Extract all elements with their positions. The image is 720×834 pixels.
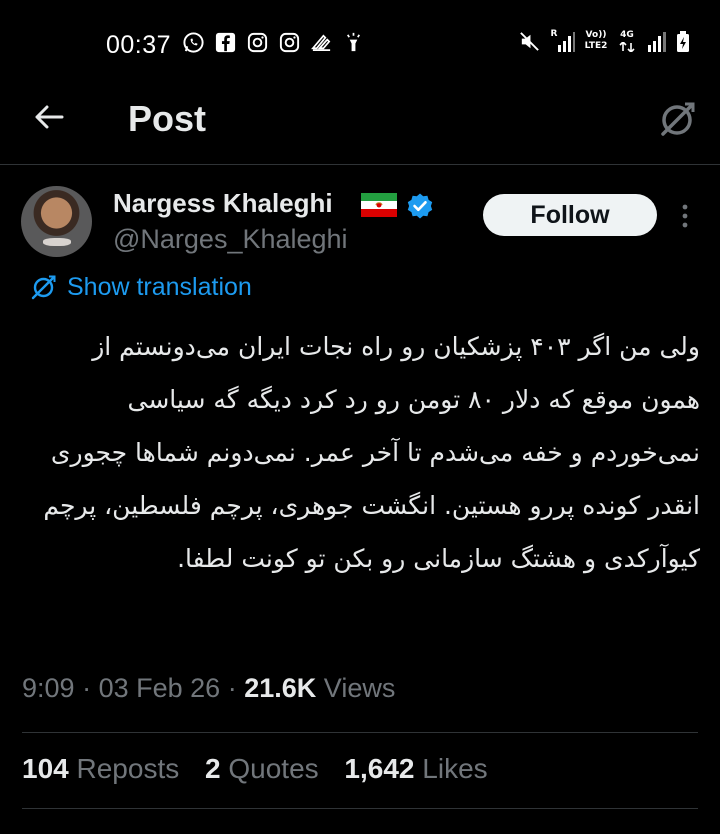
battery-icon xyxy=(676,30,690,53)
quotes-stat[interactable]: 2 Quotes xyxy=(205,753,319,784)
volte-icon: Vo)) LTE2 xyxy=(583,30,609,53)
views-label: Views xyxy=(323,673,396,703)
stats-divider xyxy=(22,808,698,809)
avatar[interactable] xyxy=(21,186,92,257)
meta-separator: · xyxy=(82,673,92,703)
status-bar: 00:37 R Vo)) LTE2 4G xyxy=(0,0,720,88)
quotes-count: 2 xyxy=(205,753,221,784)
notification-icons xyxy=(182,31,365,54)
facebook-icon xyxy=(214,31,237,54)
tweet-time[interactable]: 9:09 xyxy=(22,673,75,703)
likes-label: Likes xyxy=(422,753,488,784)
reposts-count: 104 xyxy=(22,753,69,784)
more-options-icon[interactable] xyxy=(680,203,690,229)
page-title: Post xyxy=(128,98,207,139)
signal-icon xyxy=(645,30,668,53)
tweet-meta: 9:09 · 03 Feb 26 · 21.6K Views xyxy=(22,673,395,704)
author-display-name[interactable]: Nargess Khaleghi xyxy=(113,188,333,219)
tweet-stats: 104 Reposts 2 Quotes 1,642 Likes xyxy=(22,753,506,785)
author-handle[interactable]: @Narges_Khaleghi xyxy=(113,224,348,255)
translate-icon[interactable] xyxy=(657,100,697,138)
show-translation-link[interactable]: Show translation xyxy=(30,273,252,302)
tweet-date[interactable]: 03 Feb 26 xyxy=(99,673,221,703)
reposts-label: Reposts xyxy=(76,753,180,784)
quotes-label: Quotes xyxy=(228,753,319,784)
reposts-stat[interactable]: 104 Reposts xyxy=(22,753,179,784)
header-divider xyxy=(0,164,720,165)
torch-icon xyxy=(342,31,365,54)
show-translation-label: Show translation xyxy=(67,273,252,301)
system-icons: R Vo)) LTE2 4G xyxy=(518,30,690,53)
likes-count: 1,642 xyxy=(344,753,415,784)
verified-badge-icon[interactable] xyxy=(406,192,434,220)
volte-label: Vo)) xyxy=(585,30,607,40)
whatsapp-icon xyxy=(182,31,205,54)
iran-flag-icon xyxy=(361,193,397,217)
tweet-text: ولی من اگر ۴۰۳ پزشکیان رو راه نجات ایران… xyxy=(43,332,700,573)
translate-icon xyxy=(30,274,57,301)
data-4g-icon: 4G xyxy=(617,30,637,53)
instagram-icon xyxy=(278,31,301,54)
meta-separator: · xyxy=(227,673,237,703)
likes-stat[interactable]: 1,642 Likes xyxy=(344,753,487,784)
mute-icon xyxy=(518,30,541,53)
views-count: 21.6K xyxy=(244,673,317,703)
instagram-icon xyxy=(246,31,269,54)
app-icon xyxy=(310,31,333,54)
lte-label: LTE2 xyxy=(584,41,608,51)
meta-divider xyxy=(22,732,698,733)
network-label: 4G xyxy=(620,30,634,40)
follow-button[interactable]: Follow xyxy=(483,194,657,236)
back-arrow-icon[interactable] xyxy=(32,100,66,134)
signal-icon: R xyxy=(549,30,575,53)
status-time: 00:37 xyxy=(106,31,172,59)
